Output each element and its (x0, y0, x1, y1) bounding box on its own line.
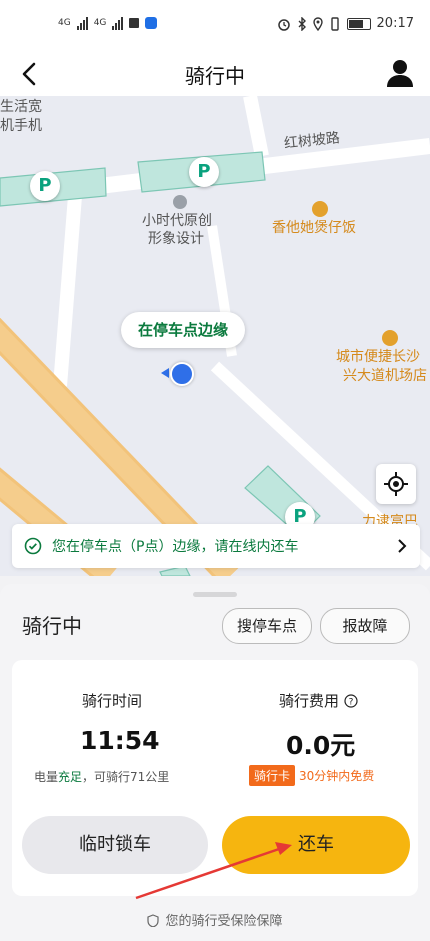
map-label-city-line2: 兴大道机场店 (343, 368, 427, 384)
current-location-dot (170, 362, 194, 386)
bluetooth-icon (298, 16, 306, 31)
search-parking-button[interactable]: 搜停车点 (222, 608, 312, 644)
report-fault-button[interactable]: 报故障 (320, 608, 410, 644)
heading-indicator (161, 368, 169, 378)
signal-icon (76, 16, 88, 30)
locate-me-icon[interactable] (376, 464, 416, 504)
check-circle-icon (24, 537, 42, 555)
ride-panel: 骑行中 搜停车点 报故障 骑行时间 11:54 电量充足，可骑行71公里 骑行费… (0, 584, 430, 941)
map-label-shop-line2: 形象设计 (148, 231, 204, 247)
temporary-lock-button[interactable]: 临时锁车 (22, 816, 208, 874)
app-header: 骑行中 (0, 52, 430, 96)
battery-suffix: ，可骑行71公里 (82, 770, 170, 784)
parking-notice-text: 您在停车点（P点）边缘，请在线内还车 (52, 539, 299, 555)
ride-fee-value: 0.0元 (286, 731, 356, 760)
ride-info-card: 骑行时间 11:54 电量充足，可骑行71公里 骑行费用 ? 0.0元 骑行卡 … (12, 660, 418, 896)
user-profile-icon[interactable] (386, 58, 414, 88)
ride-fee-label: 骑行费用 (279, 692, 340, 710)
battery-prefix: 电量 (34, 770, 59, 784)
vibrate-icon (330, 16, 339, 31)
status-time: 20:17 (376, 16, 414, 31)
status-bar: 4G 4G 20:17 (0, 0, 430, 52)
ride-card-badge: 骑行卡 (249, 765, 296, 786)
status-right: 20:17 (277, 16, 414, 31)
battery-status: 充足 (58, 770, 83, 784)
status-left: 4G 4G (58, 16, 158, 30)
shield-icon (147, 914, 160, 928)
fee-discount: 骑行卡 30分钟内免费 (249, 765, 374, 786)
insurance-text: 您的骑行受保险保障 (165, 914, 283, 929)
map-label-restaurant: 香他她煲仔饭 (272, 220, 356, 236)
notification-icon (129, 18, 140, 28)
ride-time-label: 骑行时间 (82, 692, 143, 710)
page-title: 骑行中 (185, 64, 245, 88)
app-shield-icon (145, 17, 158, 29)
map-label-shop-line1: 小时代原创 (142, 213, 212, 229)
ride-fee-header: 骑行费用 ? (279, 690, 358, 711)
drag-handle[interactable] (193, 592, 237, 597)
alarm-icon (277, 18, 290, 31)
parking-pin[interactable]: P (30, 171, 60, 201)
battery-info: 电量充足，可骑行71公里 (34, 768, 169, 785)
panel-title: 骑行中 (22, 614, 82, 638)
parking-pin[interactable]: P (189, 157, 219, 187)
ride-time-value: 11:54 (80, 726, 160, 755)
battery-icon (346, 17, 371, 30)
signal-icon (112, 16, 124, 30)
location-icon (312, 16, 323, 31)
map-label-fragment-2: 机手机 (0, 118, 42, 134)
help-icon[interactable]: ? (344, 693, 358, 708)
map-label-city-line1: 城市便捷长沙 (336, 349, 420, 365)
map-label-fragment-1: 生活宽 (0, 99, 42, 115)
map-view[interactable]: 生活宽 机手机 红树坡路 小时代原创 形象设计 香他她煲仔饭 城市便捷长沙 兴大… (0, 96, 430, 576)
network-label-2: 4G (93, 18, 107, 28)
parking-status-bubble: 在停车点边缘 (121, 312, 245, 348)
chevron-right-icon (398, 539, 407, 553)
svg-text:?: ? (349, 697, 354, 707)
network-label-1: 4G (58, 18, 71, 28)
insurance-note: 您的骑行受保险保障 (0, 910, 430, 929)
free-period-text: 30分钟内免费 (299, 769, 375, 783)
parking-notice[interactable]: 您在停车点（P点）边缘，请在线内还车 (12, 524, 420, 568)
return-bike-button[interactable]: 还车 (222, 816, 410, 874)
